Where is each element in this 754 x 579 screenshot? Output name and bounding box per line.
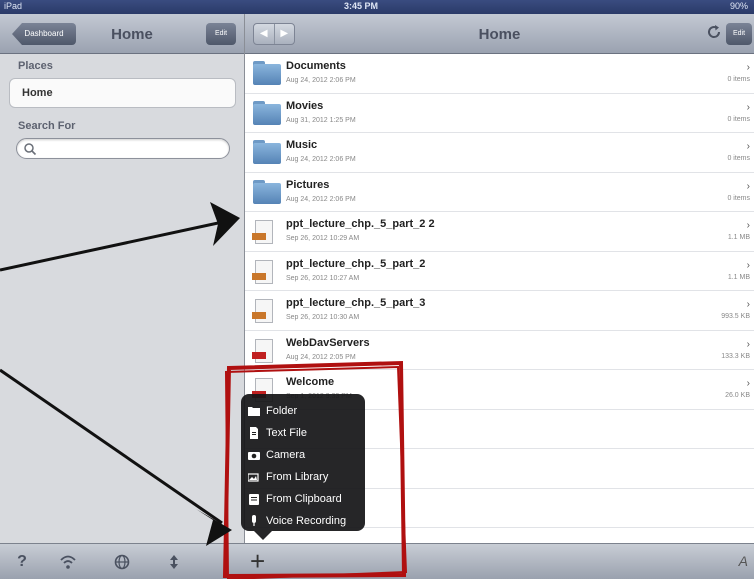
ppt-file-icon — [252, 220, 273, 244]
file-size: 133.3 KB — [721, 352, 750, 360]
file-name: Movies — [286, 99, 324, 112]
main-edit-button[interactable]: Edit — [726, 23, 752, 45]
file-row[interactable]: ppt_lecture_chp._5_part_3 Sep 26, 2012 10… — [245, 291, 754, 331]
main-navbar: ◀ ▶ Home Edit — [245, 14, 754, 54]
menu-item-from-clipboard[interactable]: From Clipboard — [241, 488, 365, 510]
file-name: ppt_lecture_chp._5_part_3 — [286, 297, 426, 309]
menu-item-from-library[interactable]: From Library — [241, 466, 365, 488]
ppt-file-icon — [252, 259, 273, 284]
file-row[interactable]: Pictures Aug 24, 2012 2:06 PM 0 items › — [245, 173, 754, 212]
chevron-right-icon: › — [746, 220, 750, 231]
places-header: Places — [18, 60, 53, 72]
chevron-right-icon: › — [746, 338, 750, 350]
battery-level: 90% — [729, 1, 748, 11]
clock: 3:45 PM — [344, 1, 379, 11]
menu-item-label: Camera — [266, 449, 306, 461]
menu-item-label: Text File — [266, 427, 307, 439]
pdf-file-icon — [252, 338, 273, 363]
folder-icon — [253, 100, 281, 125]
file-name: Welcome — [286, 376, 335, 388]
folder-icon — [253, 61, 281, 85]
ppt-file-icon — [252, 299, 273, 323]
file-size: 0 items — [727, 76, 750, 83]
wifi-icon[interactable] — [58, 552, 78, 572]
chevron-right-icon: › — [746, 378, 750, 389]
menu-item-label: Folder — [266, 405, 298, 417]
carrier-label: iPad — [4, 1, 23, 11]
file-name: ppt_lecture_chp._5_part_2 2 — [286, 218, 435, 230]
microphone-icon — [252, 515, 256, 526]
sidebar-toolbar: ? — [0, 543, 245, 579]
refresh-icon[interactable] — [706, 24, 722, 40]
file-row[interactable]: ppt_lecture_chp._5_part_2 Sep 26, 2012 10… — [245, 252, 754, 291]
file-row[interactable]: ppt_lecture_chp._5_part_2 2 Sep 26, 2012 … — [245, 212, 754, 252]
help-icon[interactable]: ? — [12, 552, 32, 572]
sidebar: Dashboard Home Edit Places Home Search F… — [0, 14, 245, 579]
file-date: Aug 24, 2012 2:06 PM — [286, 77, 356, 84]
menu-item-camera[interactable]: Camera — [241, 444, 365, 466]
sidebar-item-home[interactable]: Home — [9, 78, 236, 108]
chevron-right-icon: › — [746, 62, 750, 73]
chevron-right-icon: › — [746, 101, 750, 113]
sidebar-edit-button[interactable]: Edit — [206, 23, 236, 45]
status-bar: iPad 3:45 PM 90% — [0, 0, 754, 14]
file-name: ppt_lecture_chp._5_part_2 — [286, 257, 426, 270]
file-date: Aug 24, 2012 2:06 PM — [286, 156, 356, 163]
file-row[interactable]: Music Aug 24, 2012 2:06 PM 0 items › — [245, 133, 754, 173]
search-input[interactable] — [16, 138, 230, 159]
photo-library-icon — [248, 473, 259, 482]
add-menu-popup: Folder Text File Camera From Library Fro… — [241, 394, 365, 540]
file-date: Sep 26, 2012 10:27 AM — [286, 274, 360, 282]
main-toolbar: + A — [245, 543, 754, 579]
font-size-icon[interactable]: A — [739, 553, 748, 569]
folder-icon — [248, 407, 260, 416]
clipboard-icon — [249, 494, 259, 505]
file-size: 1.1 MB — [727, 273, 750, 281]
file-name: WebDavServers — [286, 336, 370, 349]
file-size: 0 items — [727, 155, 750, 162]
file-date: Sep 26, 2012 10:29 AM — [286, 235, 360, 242]
search-icon — [24, 143, 37, 156]
file-date: Sep 26, 2012 10:30 AM — [286, 314, 360, 321]
add-button[interactable]: + — [250, 547, 274, 575]
sort-icon[interactable] — [164, 552, 184, 572]
file-size: 26.0 KB — [725, 392, 750, 399]
menu-item-label: Voice Recording — [266, 515, 347, 527]
text-file-icon — [250, 427, 258, 439]
menu-item-label: From Library — [266, 471, 329, 483]
chevron-right-icon: › — [746, 180, 750, 192]
menu-item-folder[interactable]: Folder — [241, 400, 365, 422]
chevron-right-icon: › — [746, 259, 750, 271]
file-size: 0 items — [727, 194, 750, 202]
menu-item-label: From Clipboard — [266, 493, 342, 505]
chevron-right-icon: › — [746, 141, 750, 152]
folder-icon — [253, 179, 281, 204]
file-name: Documents — [286, 60, 346, 72]
popup-pointer — [254, 531, 272, 540]
file-row[interactable]: WebDavServers Aug 24, 2012 2:05 PM 133.3 K… — [245, 331, 754, 370]
menu-item-voice-recording[interactable]: Voice Recording — [241, 510, 365, 532]
menu-item-text-file[interactable]: Text File — [241, 422, 365, 444]
file-name: Pictures — [286, 178, 330, 191]
file-size: 1.1 MB — [727, 234, 750, 241]
file-row[interactable]: Documents Aug 24, 2012 2:06 PM 0 items › — [245, 54, 754, 94]
folder-icon — [253, 140, 281, 164]
file-date: Aug 31, 2012 1:25 PM — [286, 116, 356, 124]
globe-icon[interactable] — [112, 552, 132, 572]
file-date: Aug 24, 2012 2:05 PM — [286, 353, 356, 361]
camera-icon — [248, 452, 260, 460]
search-header: Search For — [18, 120, 76, 132]
file-size: 993.5 KB — [721, 313, 750, 320]
sidebar-navbar: Dashboard Home Edit — [0, 14, 244, 54]
file-row[interactable]: Movies Aug 31, 2012 1:25 PM 0 items › — [245, 94, 754, 133]
file-date: Aug 24, 2012 2:06 PM — [286, 195, 356, 203]
file-name: Music — [286, 139, 318, 151]
file-size: 0 items — [727, 115, 750, 123]
chevron-right-icon: › — [746, 299, 750, 310]
page-title: Home — [478, 26, 521, 43]
